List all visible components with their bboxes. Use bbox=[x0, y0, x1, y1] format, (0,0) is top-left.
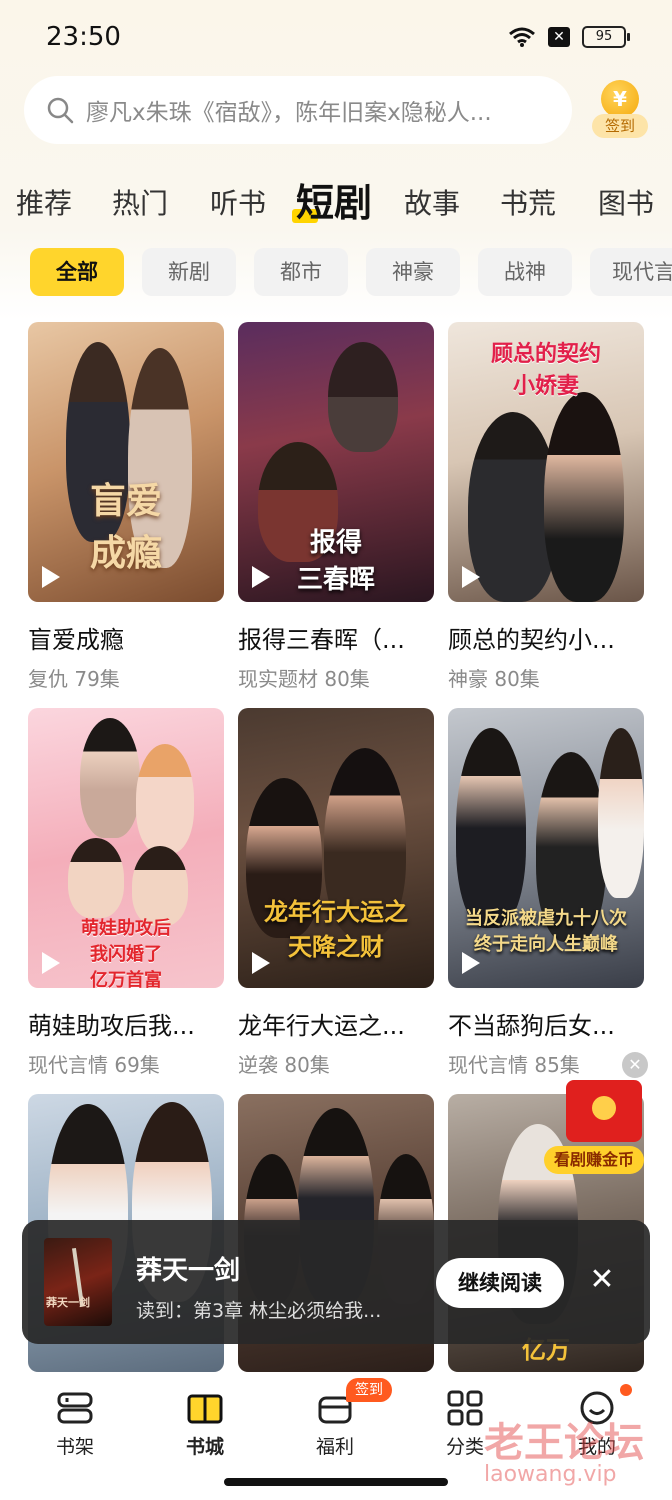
drama-meta: 现实题材 80集 bbox=[238, 663, 434, 692]
continue-reading-button[interactable]: 继续阅读 bbox=[436, 1258, 564, 1308]
signin-badge: 签到 bbox=[346, 1378, 392, 1402]
nav-bookshelf[interactable]: 书架 bbox=[20, 1372, 130, 1462]
nav-welfare[interactable]: 签到 福利 bbox=[280, 1372, 392, 1462]
poster-title: 萌娃助攻后 我闪婚了 亿万首富 bbox=[81, 918, 171, 988]
play-icon bbox=[42, 952, 60, 974]
drama-card[interactable]: 报得 三春晖 报得三春晖（... 现实题材 80集 bbox=[238, 322, 434, 692]
tab-book-shortage[interactable]: 书荒 bbox=[500, 182, 556, 222]
drama-genre: 现代言情 bbox=[28, 1053, 108, 1077]
drama-poster: 当反派被虐九十八次 终于走向人生巅峰 bbox=[448, 708, 644, 988]
filter-modern-romance[interactable]: 现代言 bbox=[590, 248, 672, 296]
drama-genre: 现实题材 bbox=[238, 667, 318, 691]
watermark-text: 老王论坛 bbox=[484, 1420, 644, 1466]
drama-episodes: 69集 bbox=[114, 1053, 160, 1077]
drama-card[interactable]: 顾总的契约 小娇妻 顾总的契约小... 神豪 80集 bbox=[448, 322, 644, 692]
drama-genre: 复仇 bbox=[28, 667, 68, 691]
notification-dot bbox=[620, 1384, 632, 1396]
signin-label: 签到 bbox=[592, 114, 648, 138]
bookstore-icon bbox=[187, 1394, 223, 1424]
filter-all[interactable]: 全部 bbox=[30, 248, 124, 296]
drama-title: 龙年行大运之... bbox=[238, 1012, 405, 1040]
filter-tycoon[interactable]: 神豪 bbox=[366, 248, 460, 296]
search-placeholder: 廖凡x朱珠《宿敌》，陈年旧案x隐秘人... bbox=[86, 100, 492, 126]
play-icon bbox=[462, 566, 480, 588]
nav-label: 书架 bbox=[55, 1436, 94, 1458]
drama-card[interactable]: 萌娃助攻后 我闪婚了 亿万首富 萌娃助攻后我... 现代言情 69集 bbox=[28, 708, 224, 1078]
filter-new[interactable]: 新剧 bbox=[142, 248, 236, 296]
drama-card[interactable]: 盲爱 成瘾 盲爱成瘾 复仇 79集 bbox=[28, 322, 224, 692]
drama-episodes: 85集 bbox=[534, 1053, 580, 1077]
play-icon bbox=[252, 566, 270, 588]
notification-x-icon: ✕ bbox=[548, 27, 570, 47]
coin-icon: ¥ bbox=[601, 80, 639, 118]
home-indicator[interactable] bbox=[224, 1478, 448, 1486]
status-time: 23:50 bbox=[46, 22, 121, 52]
top-tabs: 推荐 热门 听书 短剧 故事 书荒 图书 bbox=[0, 170, 672, 230]
drama-card[interactable]: 龙年行大运之 天降之财 龙年行大运之... 逆袭 80集 bbox=[238, 708, 434, 1078]
wifi-icon bbox=[509, 27, 535, 47]
continue-reading-bar[interactable]: 莽天一剑 莽天一剑 读到：第3章 林尘必须给我... 继续阅读 ✕ bbox=[22, 1220, 650, 1344]
tab-story[interactable]: 故事 bbox=[404, 182, 460, 222]
drama-title: 顾总的契约小... bbox=[448, 626, 615, 654]
drama-title: 报得三春晖（... bbox=[238, 626, 405, 654]
drama-poster: 盲爱 成瘾 bbox=[28, 322, 224, 602]
reward-label[interactable]: 看剧赚金币 bbox=[544, 1146, 644, 1174]
status-icons: ✕ 95 bbox=[508, 26, 630, 48]
nav-bookstore[interactable]: 书城 bbox=[150, 1372, 260, 1462]
drama-poster: 龙年行大运之 天降之财 bbox=[238, 708, 434, 988]
drama-episodes: 80集 bbox=[284, 1053, 330, 1077]
watermark-url: laowang.vip bbox=[484, 1462, 617, 1487]
tab-recommend[interactable]: 推荐 bbox=[16, 182, 72, 222]
drama-title: 不当舔狗后女... bbox=[448, 1012, 615, 1040]
drama-genre: 逆袭 bbox=[238, 1053, 278, 1077]
poster-title: 当反派被虐九十八次 终于走向人生巅峰 bbox=[465, 908, 627, 955]
drama-meta: 逆袭 80集 bbox=[238, 1049, 434, 1078]
drama-episodes: 79集 bbox=[74, 667, 120, 691]
reading-progress: 读到：第3章 林尘必须给我... bbox=[136, 1300, 382, 1322]
tab-hot[interactable]: 热门 bbox=[112, 182, 168, 222]
drama-genre: 神豪 bbox=[448, 667, 488, 691]
tab-books[interactable]: 图书 bbox=[598, 182, 654, 222]
drama-meta: 现代言情 69集 bbox=[28, 1049, 224, 1078]
tab-short-drama[interactable]: 短剧 bbox=[291, 172, 372, 227]
search-icon bbox=[47, 97, 74, 124]
signin-button[interactable]: ¥ 签到 bbox=[590, 80, 650, 144]
drama-episodes: 80集 bbox=[494, 667, 540, 691]
drama-meta: 神豪 80集 bbox=[448, 663, 644, 692]
status-bar: 23:50 ✕ 95 bbox=[0, 0, 672, 80]
poster-title: 盲爱 成瘾 bbox=[89, 480, 162, 574]
red-envelope-icon[interactable] bbox=[566, 1080, 642, 1142]
drama-poster: 报得 三春晖 bbox=[238, 322, 434, 602]
drama-card[interactable]: 当反派被虐九十八次 终于走向人生巅峰 不当舔狗后女... 现代言情 85集 bbox=[448, 708, 644, 1078]
battery-icon: 95 bbox=[582, 26, 630, 48]
drama-poster: 萌娃助攻后 我闪婚了 亿万首富 bbox=[28, 708, 224, 988]
drama-title: 盲爱成瘾 bbox=[28, 626, 124, 654]
book-cover-title: 莽天一剑 bbox=[46, 1296, 90, 1309]
book-title: 莽天一剑 bbox=[136, 1256, 241, 1286]
play-icon bbox=[42, 566, 60, 588]
drama-title: 萌娃助攻后我... bbox=[28, 1012, 195, 1040]
filter-urban[interactable]: 都市 bbox=[254, 248, 348, 296]
drama-episodes: 80集 bbox=[324, 667, 370, 691]
drama-meta: 现代言情 85集 bbox=[448, 1049, 644, 1078]
play-icon bbox=[252, 952, 270, 974]
nav-label: 福利 bbox=[315, 1436, 354, 1458]
nav-label: 书城 bbox=[185, 1436, 224, 1458]
book-cover: 莽天一剑 bbox=[44, 1238, 112, 1326]
drama-poster: 顾总的契约 小娇妻 bbox=[448, 322, 644, 602]
battery-level: 95 bbox=[595, 29, 613, 44]
bookshelf-icon bbox=[57, 1392, 93, 1424]
grid-icon bbox=[447, 1390, 483, 1426]
drama-genre: 现代言情 bbox=[448, 1053, 528, 1077]
tab-audiobook[interactable]: 听书 bbox=[210, 182, 266, 222]
search-bar[interactable]: 廖凡x朱珠《宿敌》，陈年旧案x隐秘人... bbox=[24, 76, 572, 144]
poster-title: 顾总的契约 小娇妻 bbox=[490, 341, 601, 399]
reward-close-button[interactable]: ✕ bbox=[622, 1052, 648, 1078]
filter-war-god[interactable]: 战神 bbox=[478, 248, 572, 296]
drama-meta: 复仇 79集 bbox=[28, 663, 224, 692]
play-icon bbox=[462, 952, 480, 974]
close-icon[interactable]: ✕ bbox=[584, 1262, 620, 1298]
